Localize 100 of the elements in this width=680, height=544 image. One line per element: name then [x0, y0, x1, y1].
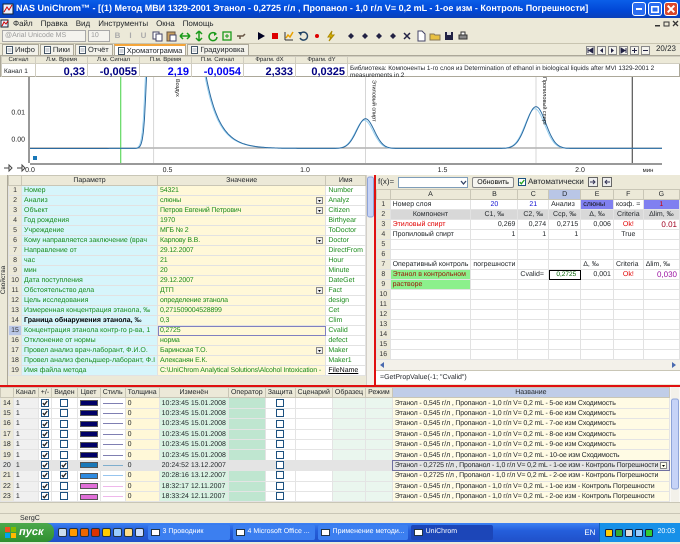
- color-swatch[interactable]: [80, 410, 98, 416]
- dropdown-icon[interactable]: [660, 462, 667, 469]
- close-icon: [667, 5, 675, 13]
- dropdown-icon[interactable]: [316, 287, 324, 294]
- checkbox[interactable]: [60, 482, 68, 490]
- checkbox[interactable]: [40, 440, 49, 448]
- checkbox[interactable]: [276, 471, 284, 480]
- color-swatch[interactable]: [80, 452, 98, 458]
- scrollbar-thumb[interactable]: [670, 387, 680, 502]
- line-style-sample: [102, 444, 123, 446]
- line-style-sample: [102, 434, 123, 435]
- checkbox[interactable]: [40, 461, 49, 470]
- close-button[interactable]: [664, 2, 678, 16]
- export-icon[interactable]: [602, 177, 612, 187]
- new-document-icon[interactable]: [415, 30, 427, 42]
- record-counter: 20/23: [656, 43, 676, 55]
- checkbox[interactable]: [60, 420, 68, 428]
- document-icon: [0, 19, 9, 28]
- checkbox[interactable]: [40, 398, 49, 407]
- maximize-icon: [651, 6, 659, 12]
- checkbox[interactable]: [276, 492, 284, 500]
- first-icon[interactable]: [586, 46, 595, 55]
- color-swatch[interactable]: [80, 462, 98, 468]
- horizontal-scrollbar[interactable]: [376, 360, 680, 370]
- color-swatch[interactable]: [80, 420, 98, 427]
- import-icon[interactable]: [588, 177, 598, 187]
- checkbox[interactable]: [40, 471, 49, 480]
- color-swatch[interactable]: [80, 442, 98, 448]
- next-icon[interactable]: [608, 46, 617, 55]
- cross-icon[interactable]: [401, 30, 413, 42]
- checkbox[interactable]: [276, 398, 284, 407]
- menu-item[interactable]: Помощь: [178, 18, 218, 29]
- lightning-icon[interactable]: [325, 30, 337, 42]
- menu-item[interactable]: Окна: [152, 18, 179, 29]
- print-icon[interactable]: [457, 30, 469, 42]
- save-icon[interactable]: [443, 30, 455, 42]
- dropdown-icon[interactable]: [316, 347, 324, 354]
- line-style-sample: [102, 464, 123, 466]
- checkbox[interactable]: [40, 420, 49, 428]
- square-marker: [33, 156, 37, 160]
- last-icon[interactable]: [618, 46, 628, 55]
- checkbox[interactable]: [60, 409, 68, 418]
- dropdown-icon[interactable]: [316, 197, 324, 204]
- checkbox[interactable]: [276, 482, 284, 490]
- checkbox[interactable]: [60, 492, 68, 500]
- app-icon: [2, 3, 14, 15]
- dropdown-icon[interactable]: [316, 237, 324, 244]
- copy-icon[interactable]: [151, 30, 163, 42]
- checkbox[interactable]: [40, 492, 49, 500]
- checkbox[interactable]: [276, 450, 284, 459]
- checkbox[interactable]: [60, 430, 68, 438]
- line-style-sample: [102, 423, 123, 424]
- minus-icon[interactable]: [640, 46, 650, 55]
- color-swatch[interactable]: [80, 431, 98, 438]
- formula-field[interactable]: [398, 176, 468, 188]
- color-swatch[interactable]: [80, 483, 98, 490]
- checkbox-label[interactable]: Автоматически: [528, 176, 584, 188]
- dropdown-icon[interactable]: [316, 207, 324, 214]
- menu-item[interactable]: Инструменты: [94, 18, 152, 29]
- color-swatch[interactable]: [80, 400, 98, 406]
- checkbox[interactable]: [276, 461, 284, 470]
- checkbox[interactable]: [276, 440, 284, 448]
- minimize-icon: [636, 8, 642, 10]
- color-swatch[interactable]: [80, 472, 98, 479]
- menu-item[interactable]: Файл: [9, 18, 37, 29]
- checkbox[interactable]: [60, 398, 68, 407]
- checkbox[interactable]: [60, 471, 68, 480]
- fit-icon[interactable]: [221, 30, 233, 42]
- line-style-sample: [102, 486, 123, 487]
- restore-icon[interactable]: [662, 19, 671, 28]
- minimize-button[interactable]: [632, 2, 646, 16]
- color-swatch[interactable]: [80, 494, 98, 500]
- checkbox[interactable]: [60, 461, 68, 470]
- menu-item[interactable]: Правка: [36, 18, 72, 29]
- chart-edit-icon[interactable]: [283, 30, 295, 42]
- menu-item[interactable]: Вид: [72, 18, 94, 29]
- play-icon[interactable]: [255, 30, 267, 42]
- checkbox[interactable]: [40, 450, 49, 459]
- refresh-icon[interactable]: [207, 30, 219, 42]
- maximize-button[interactable]: [648, 2, 662, 16]
- undo-icon[interactable]: [297, 30, 309, 42]
- stop-icon[interactable]: [269, 30, 281, 42]
- language-indicator[interactable]: EN: [584, 526, 596, 538]
- close-icon[interactable]: [671, 19, 680, 28]
- line-style-sample: [102, 475, 123, 476]
- vertical-arrows-icon[interactable]: [193, 30, 205, 42]
- checkbox[interactable]: [276, 409, 284, 418]
- checkbox[interactable]: [40, 482, 49, 490]
- checkbox[interactable]: [60, 440, 68, 448]
- checkbox[interactable]: [40, 430, 49, 438]
- checkbox[interactable]: [276, 420, 284, 428]
- plus-icon[interactable]: [630, 46, 639, 55]
- checkbox[interactable]: [276, 430, 284, 438]
- checkbox[interactable]: [60, 450, 68, 459]
- line-style-sample: [102, 496, 123, 498]
- paste-icon[interactable]: [165, 30, 177, 42]
- window-icon: [320, 528, 330, 537]
- checkbox[interactable]: [518, 178, 526, 186]
- previous-icon[interactable]: [596, 46, 606, 55]
- checkbox[interactable]: [40, 409, 49, 418]
